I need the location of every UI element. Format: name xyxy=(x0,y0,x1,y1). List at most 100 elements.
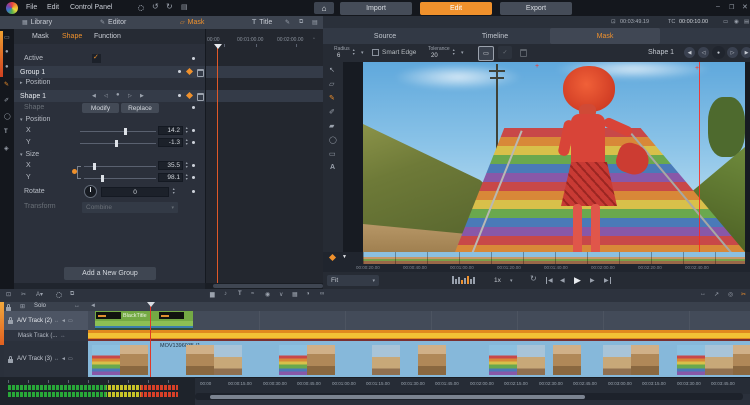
masked-subject[interactable] xyxy=(561,64,651,252)
next-shape-icon[interactable]: ▷ xyxy=(128,93,132,99)
minimize-icon[interactable]: – xyxy=(716,3,720,10)
subtab-function[interactable]: Function xyxy=(94,33,121,40)
tab-mask-preview[interactable]: Mask xyxy=(550,28,660,44)
active-keyframe-dot[interactable] xyxy=(192,57,195,60)
copy-icon[interactable]: ⧉ xyxy=(299,19,303,26)
rotate-stepper[interactable]: ▲▼ xyxy=(172,188,175,195)
duplicate-icon[interactable]: ⧉ xyxy=(70,291,74,298)
video-clip[interactable]: MOV1396035 (1... xyxy=(88,341,750,377)
pos-y-stepper[interactable]: ▲▼ xyxy=(185,139,188,146)
size-group-toggle[interactable]: ▾ Size xyxy=(20,151,39,158)
record-icon[interactable]: ◉ xyxy=(265,291,270,298)
track-header-av3[interactable]: A/V Track (3) ↔ ◄ ▭ xyxy=(4,341,88,377)
replace-button[interactable]: Replace xyxy=(121,103,159,113)
graph-icon[interactable]: ▆ xyxy=(210,291,215,298)
prev-shape-icon[interactable]: ◁ xyxy=(104,93,108,99)
swap-icon[interactable]: ↔ xyxy=(54,356,59,362)
settings-icon[interactable] xyxy=(138,5,144,11)
menu-control-panel[interactable]: Control Panel xyxy=(70,4,112,11)
brush-icon[interactable]: ✎ xyxy=(4,81,9,88)
last-shape-button[interactable]: ▶ xyxy=(741,47,750,58)
track-list-icon[interactable]: ⊞ xyxy=(20,303,25,310)
speaker-icon[interactable]: ◄ xyxy=(61,318,66,324)
group-add-keyframe-icon[interactable] xyxy=(178,70,181,73)
size-x-keyframe-dot[interactable] xyxy=(192,164,195,167)
pencil-icon[interactable]: ✎ xyxy=(285,19,290,26)
home-button[interactable]: ⌂ xyxy=(314,2,334,14)
track-header-av2[interactable]: A/V Track (2) ↔ ◄ ▭ xyxy=(4,311,88,330)
keyframe-options-icon[interactable]: ▫ xyxy=(313,36,315,42)
close-icon[interactable]: ✕ xyxy=(742,3,748,11)
speed-dropdown-icon[interactable]: ▾ xyxy=(510,278,513,284)
smart-edge-checkbox[interactable] xyxy=(372,49,379,56)
loop-icon[interactable]: ↻ xyxy=(530,274,537,283)
prev-shape-button[interactable]: ◁ xyxy=(698,47,709,58)
monitor-icon[interactable]: ▭ xyxy=(68,318,73,324)
timeline-scrollbar-thumb[interactable] xyxy=(210,395,585,399)
text-size-icon[interactable]: A▾ xyxy=(36,291,43,298)
filmstrip-scrubber[interactable] xyxy=(363,252,745,264)
timeline-playhead-marker[interactable] xyxy=(147,302,155,307)
rectangle-tool-icon[interactable]: ▭ xyxy=(329,150,336,158)
group-1-header[interactable]: Group 1 xyxy=(14,66,205,78)
go-to-end-icon[interactable]: ▶ xyxy=(604,277,611,284)
tab-source[interactable]: Source xyxy=(330,28,440,44)
play-icon[interactable]: ▶ xyxy=(574,275,581,286)
first-shape-button[interactable]: ◀ xyxy=(684,47,695,58)
menu-edit[interactable]: Edit xyxy=(47,4,59,11)
track-header-mask[interactable]: Mask Track (... ↔ xyxy=(4,330,88,341)
speaker-icon[interactable]: ◄ xyxy=(90,303,96,309)
import-mode-button[interactable]: Import xyxy=(340,2,412,15)
active-checkbox[interactable]: ✓ xyxy=(92,54,101,63)
rotate-dial[interactable] xyxy=(84,185,97,198)
group-trash-icon[interactable] xyxy=(197,69,204,77)
keyframe-playhead-line[interactable] xyxy=(217,47,218,283)
select-cursor-tool-icon[interactable]: ↖ xyxy=(329,66,335,74)
tab-timeline[interactable]: Timeline xyxy=(440,28,550,44)
title-tool-icon[interactable]: T xyxy=(238,291,242,297)
pos-x-stepper[interactable]: ▲▼ xyxy=(185,127,188,134)
shape-trash-icon[interactable] xyxy=(197,93,204,101)
audio-scrub-widget[interactable] xyxy=(452,276,475,284)
title-t-icon[interactable]: T xyxy=(4,129,8,135)
color-icon[interactable]: ◈ xyxy=(4,145,9,152)
next-shape-button[interactable]: ▷ xyxy=(727,47,738,58)
tolerance-stepper[interactable]: ▲▼ xyxy=(452,49,455,56)
pos-x-value[interactable]: 14.2 xyxy=(158,126,183,135)
radius-value[interactable]: 6 xyxy=(337,53,340,59)
document-icon[interactable]: ▤ xyxy=(181,3,188,11)
rectangle-select-tool-button[interactable]: ▭ xyxy=(478,46,494,61)
rotate-keyframe-dot[interactable] xyxy=(192,190,195,193)
edit-mode-button[interactable]: Edit xyxy=(420,2,492,15)
overlay-icon[interactable]: ◯ xyxy=(4,113,11,120)
swap-icon[interactable]: ↔ xyxy=(60,333,65,339)
multicam-icon[interactable]: ▦ xyxy=(292,291,298,298)
restore-icon[interactable]: ❐ xyxy=(729,4,734,11)
size-y-slider-thumb[interactable] xyxy=(101,175,104,182)
solo-label[interactable]: Solo xyxy=(34,303,46,309)
keyframe-playhead-marker[interactable] xyxy=(214,44,222,49)
shape-add-keyframe-icon[interactable] xyxy=(178,94,181,97)
preview-icon[interactable]: ▭ xyxy=(4,34,10,41)
size-y-value[interactable]: 98.1 xyxy=(158,173,183,182)
modify-button[interactable]: Modify xyxy=(82,103,119,113)
undo-icon[interactable]: ↺ xyxy=(152,2,159,11)
pen-tool-icon[interactable]: ✐ xyxy=(329,108,335,116)
current-timecode[interactable]: 00:00:10.00 xyxy=(679,19,708,25)
export-mode-button[interactable]: Export xyxy=(500,2,572,15)
timeline-settings-icon[interactable] xyxy=(56,292,62,298)
pos-y-slider[interactable] xyxy=(80,143,156,144)
media-icon[interactable]: ● xyxy=(5,49,9,55)
monitor-icon[interactable]: ▭ xyxy=(68,356,73,362)
timeline-scrollbar-track[interactable] xyxy=(195,393,743,400)
swap-icon[interactable]: ↔ xyxy=(700,291,706,297)
size-link-toggle[interactable] xyxy=(72,169,77,174)
group-position-toggle[interactable]: ▸ Position xyxy=(20,79,50,86)
last-shape-icon[interactable]: ▶ xyxy=(140,93,144,99)
apply-mask-button[interactable]: ✓ xyxy=(498,46,512,59)
storyboard-icon[interactable]: ⊡ xyxy=(6,291,11,298)
mask-marker-cross[interactable]: + xyxy=(695,65,699,72)
group-active-icon[interactable] xyxy=(186,68,193,75)
vector-icon[interactable]: ∨ xyxy=(279,291,283,298)
title-clip[interactable]: BlackTitle xyxy=(95,311,193,330)
